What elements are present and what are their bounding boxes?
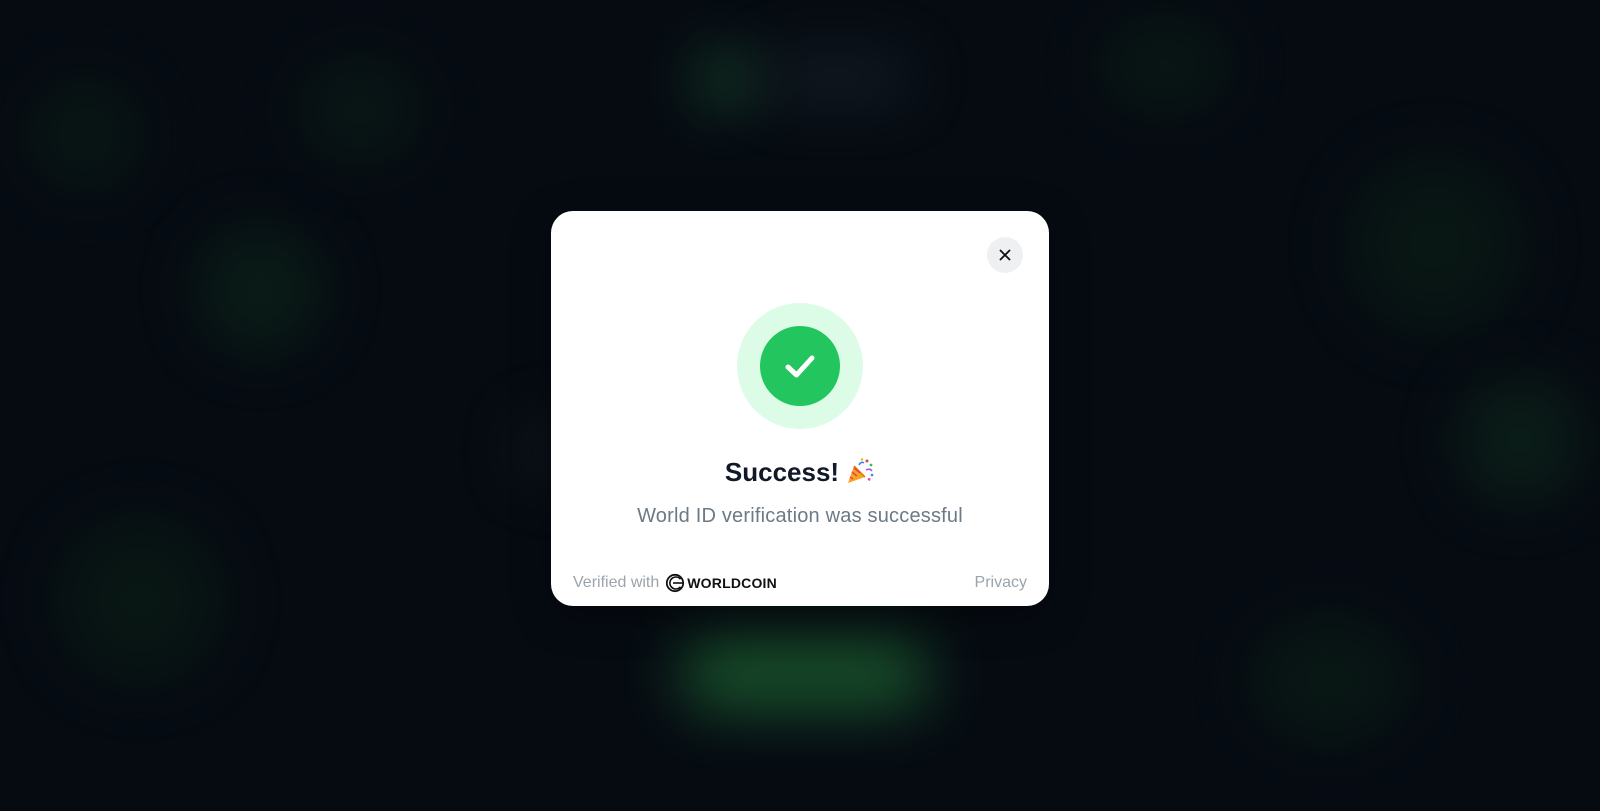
brand-name: WORLDCOIN xyxy=(687,575,777,591)
verified-label: Verified with xyxy=(573,574,660,591)
background-glow xyxy=(1100,20,1230,110)
close-button[interactable] xyxy=(987,237,1023,273)
close-icon xyxy=(999,249,1011,261)
background-glow xyxy=(200,230,320,350)
background-glow xyxy=(60,520,220,680)
privacy-link[interactable]: Privacy xyxy=(975,574,1027,592)
check-icon xyxy=(785,355,815,378)
worldcoin-brand: WORLDCOIN xyxy=(665,573,777,593)
blurred-logo-text xyxy=(760,60,910,96)
success-modal: Success! World ID verification was succe… xyxy=(551,211,1049,606)
background-glow xyxy=(30,80,140,190)
success-icon-ring xyxy=(737,303,863,429)
modal-title-row: Success! xyxy=(551,455,1049,489)
blurred-logo xyxy=(700,55,750,105)
blurred-cta-button xyxy=(680,640,930,710)
modal-subtitle: World ID verification was successful xyxy=(637,505,963,527)
worldcoin-logo-icon xyxy=(666,573,685,593)
success-icon-circle xyxy=(760,326,840,406)
party-popper-icon xyxy=(848,458,874,483)
background-glow xyxy=(1350,160,1520,330)
background-glow xyxy=(1460,380,1580,500)
verified-with: Verified with WORLDCOIN xyxy=(573,573,777,593)
background-glow xyxy=(300,60,420,160)
modal-title: Success! xyxy=(724,457,840,487)
modal-footer: Verified with WORLDCOIN Privacy xyxy=(573,571,1027,595)
background-glow xyxy=(1250,620,1410,740)
